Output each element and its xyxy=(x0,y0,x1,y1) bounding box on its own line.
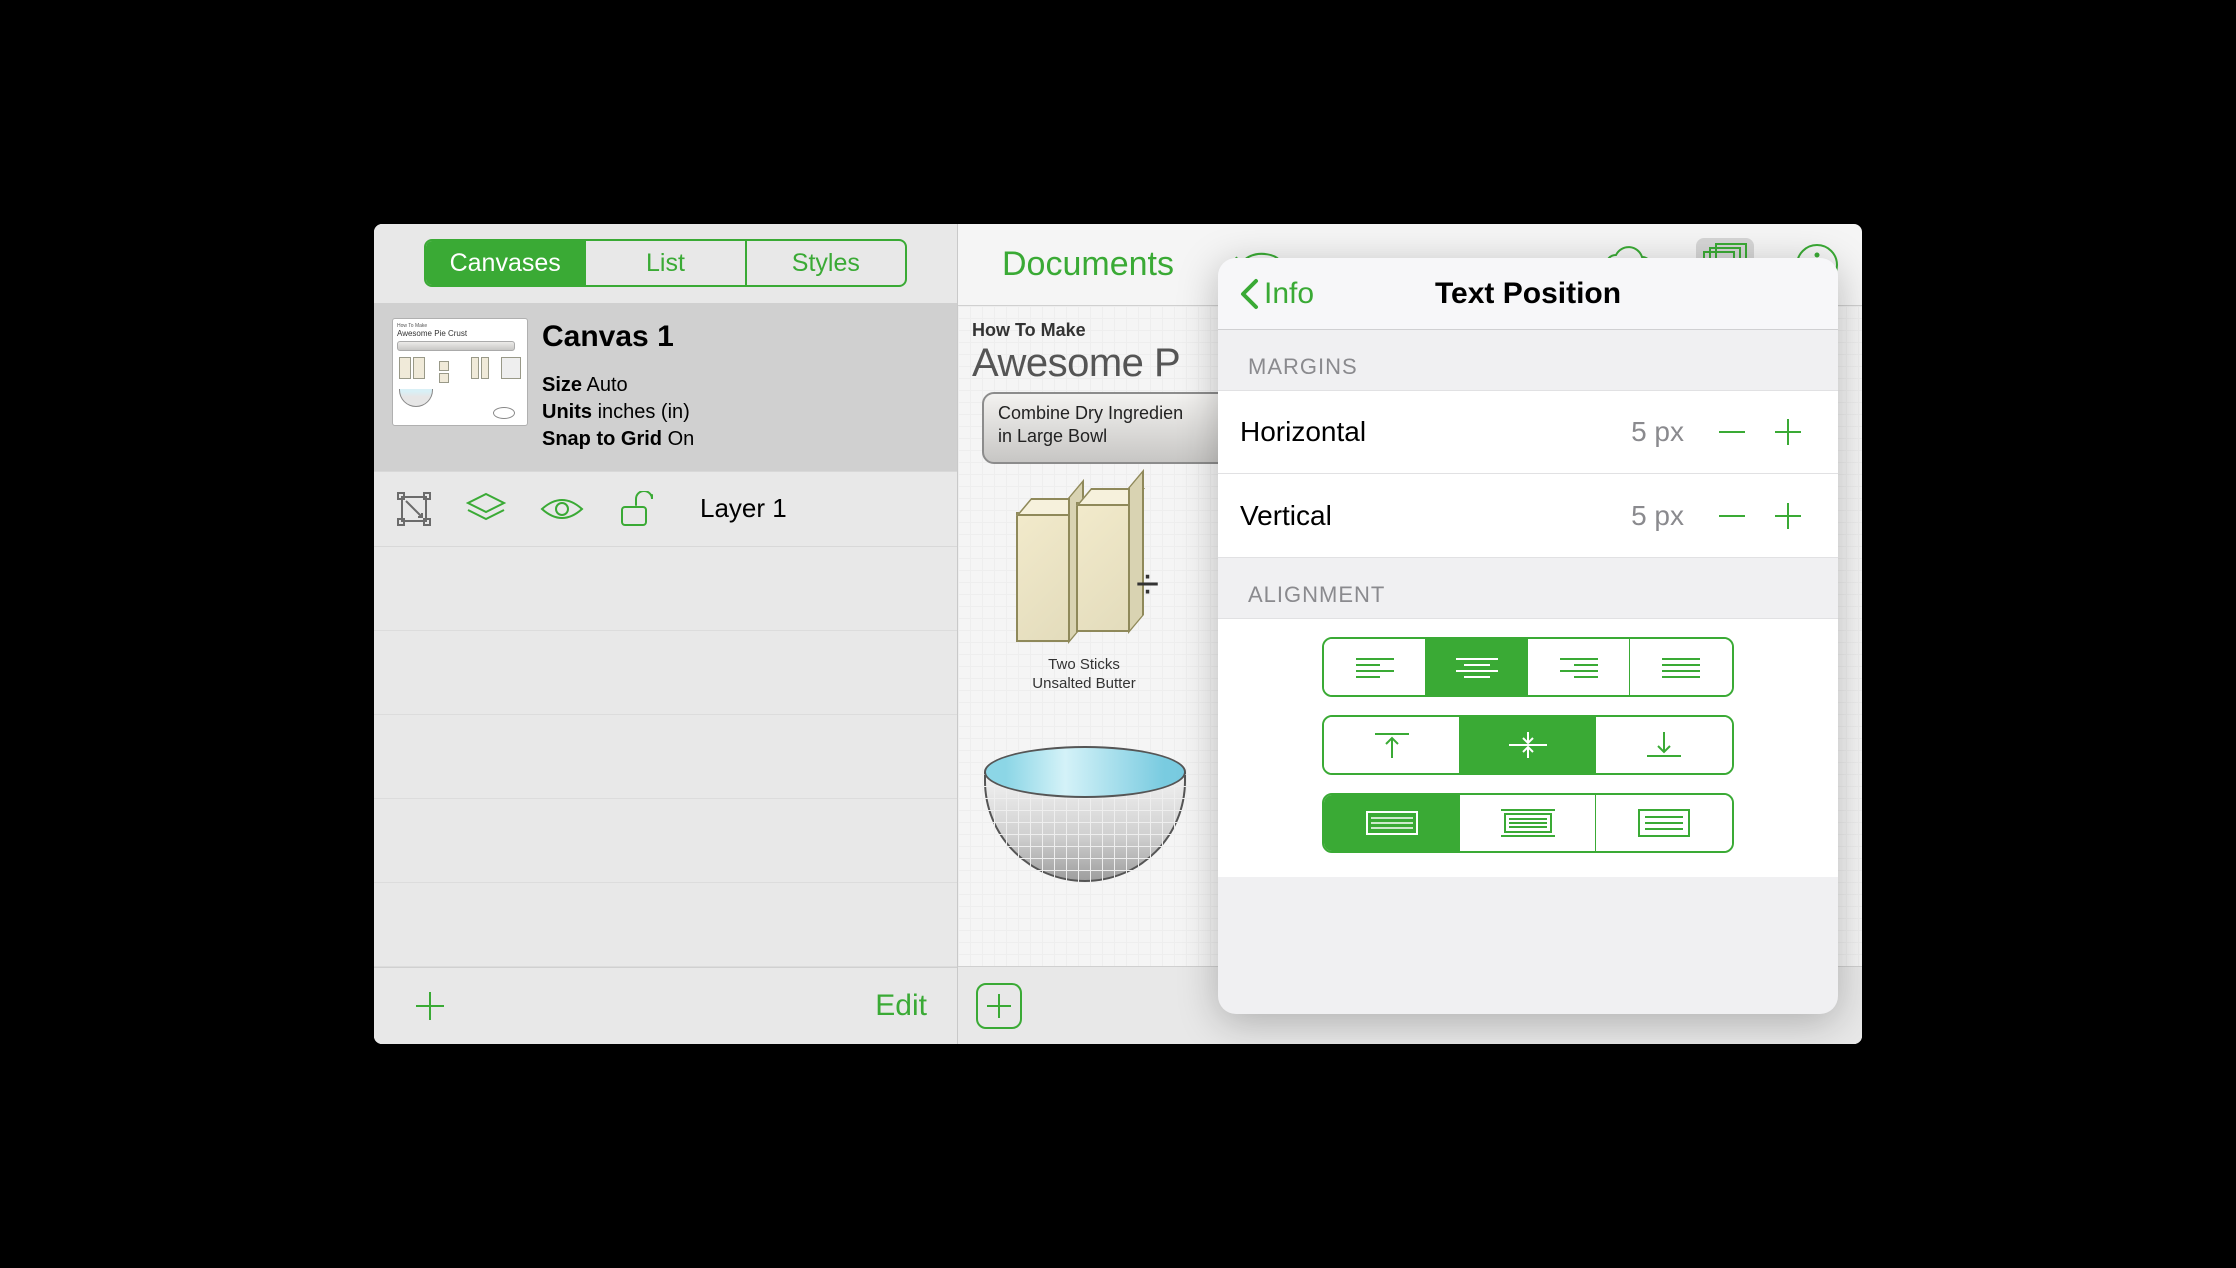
alignment-block xyxy=(1218,618,1838,877)
edit-button[interactable]: Edit xyxy=(875,989,927,1023)
overflow-show-button[interactable] xyxy=(1460,795,1596,851)
sidebar: Canvases List Styles How To Make Awesome… xyxy=(374,224,958,1044)
valign-top-button[interactable] xyxy=(1324,717,1460,773)
vertical-decrement[interactable] xyxy=(1704,499,1760,533)
sidebar-bottom-bar: Edit xyxy=(374,967,957,1044)
tab-canvases[interactable]: Canvases xyxy=(426,241,586,285)
vertical-increment[interactable] xyxy=(1760,499,1816,533)
valign-bottom-button[interactable] xyxy=(1596,717,1732,773)
horizontal-increment[interactable] xyxy=(1760,415,1816,449)
tab-styles[interactable]: Styles xyxy=(747,241,905,285)
back-label: Info xyxy=(1264,277,1314,311)
eye-icon[interactable] xyxy=(540,495,584,523)
horizontal-value: 5 px xyxy=(1631,416,1684,448)
popover-header: Info Text Position xyxy=(1218,258,1838,330)
alignment-section-label: ALIGNMENT xyxy=(1218,558,1838,618)
vertical-label: Vertical xyxy=(1240,500,1631,532)
align-justify-button[interactable] xyxy=(1630,639,1732,695)
documents-button[interactable]: Documents xyxy=(1002,245,1174,284)
canvas-metadata: Canvas 1 Size Auto Units inches (in) Sna… xyxy=(542,318,939,453)
add-canvas-button[interactable] xyxy=(412,988,448,1024)
doc-title: Awesome P xyxy=(972,341,1180,386)
doc-subtitle: How To Make xyxy=(972,320,1180,341)
empty-rows xyxy=(374,547,957,967)
divide-symbol: ÷ xyxy=(1136,560,1159,608)
canvas-row-selected[interactable]: How To Make Awesome Pie Crust Canvas 1 S… xyxy=(374,304,957,472)
bowl-shape[interactable] xyxy=(984,746,1186,870)
main-area: Documents How To Make Awesome P Combine … xyxy=(958,224,1862,1044)
text-position-popover: Info Text Position MARGINS Horizontal 5 … xyxy=(1218,258,1838,1014)
step-text-line1: Combine Dry Ingredien xyxy=(998,403,1183,423)
popover-title: Text Position xyxy=(1435,277,1621,311)
overflow-resize-button[interactable] xyxy=(1596,795,1732,851)
doc-header: How To Make Awesome P xyxy=(972,320,1180,386)
unlock-icon[interactable] xyxy=(618,491,658,527)
horizontal-label: Horizontal xyxy=(1240,416,1631,448)
canvas-thumbnail: How To Make Awesome Pie Crust xyxy=(392,318,528,426)
overflow-clip-button[interactable] xyxy=(1324,795,1460,851)
add-shape-button[interactable] xyxy=(976,983,1022,1029)
halign-group xyxy=(1322,637,1734,697)
step-text-line2: in Large Bowl xyxy=(998,426,1107,446)
vertical-margin-row: Vertical 5 px xyxy=(1218,474,1838,558)
back-button[interactable]: Info xyxy=(1238,277,1314,311)
align-center-button[interactable] xyxy=(1426,639,1528,695)
align-left-button[interactable] xyxy=(1324,639,1426,695)
textflow-group xyxy=(1322,793,1734,853)
tab-list[interactable]: List xyxy=(586,241,746,285)
selection-box-icon xyxy=(396,491,432,527)
horizontal-decrement[interactable] xyxy=(1704,415,1760,449)
layer-name: Layer 1 xyxy=(700,493,787,524)
align-right-button[interactable] xyxy=(1528,639,1630,695)
sidebar-tab-bar: Canvases List Styles xyxy=(374,224,957,304)
canvas-name: Canvas 1 xyxy=(542,320,939,354)
margins-section-label: MARGINS xyxy=(1218,330,1838,390)
vertical-value: 5 px xyxy=(1631,500,1684,532)
popover-arrow xyxy=(1756,258,1792,262)
valign-group xyxy=(1322,715,1734,775)
valign-middle-button[interactable] xyxy=(1460,717,1596,773)
layer-row[interactable]: Layer 1 xyxy=(374,472,957,547)
butter-caption: Two SticksUnsalted Butter xyxy=(984,656,1184,694)
layers-icon[interactable] xyxy=(466,492,506,526)
horizontal-margin-row: Horizontal 5 px xyxy=(1218,390,1838,474)
